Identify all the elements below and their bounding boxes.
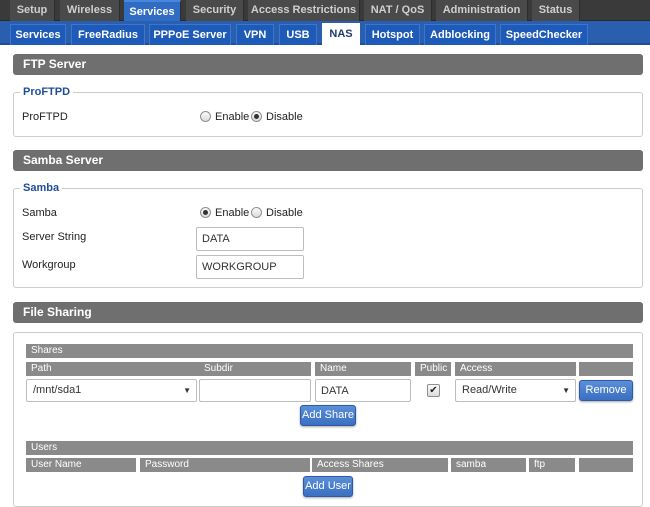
tab-wireless[interactable]: Wireless [60,0,120,21]
proftpd-enable-radio[interactable] [200,111,211,122]
access-select[interactable]: Read/Write ▼ [455,379,576,402]
server-string-input[interactable]: DATA [196,227,304,251]
sub-nav: Services FreeRadius PPPoE Server VPN USB… [0,21,650,46]
samba-server-header: Samba Server [13,150,643,171]
workgroup-label: Workgroup [22,259,76,271]
samba-disable-radio[interactable] [251,207,262,218]
public-checkbox[interactable]: ✔ [427,384,440,397]
subtab-pppoe-server[interactable]: PPPoE Server [149,24,231,45]
path-select[interactable]: /mnt/sda1 ▼ [26,379,197,402]
file-sharing-fieldset: Shares Path Subdir Name Public Access /m… [13,332,643,507]
name-input[interactable]: DATA [315,379,411,402]
proftpd-legend: ProFTPD [20,86,74,99]
chevron-down-icon: ▼ [562,386,570,395]
proftpd-label: ProFTPD [22,111,68,123]
col-actions [579,362,633,376]
col-access-shares: Access Shares [312,458,448,472]
subtab-vpn[interactable]: VPN [236,24,274,45]
col-public: Public [415,362,451,376]
samba-enable-radio[interactable] [200,207,211,218]
subtab-services[interactable]: Services [10,24,66,45]
tab-nat-qos[interactable]: NAT / QoS [364,0,432,21]
col-password: Password [140,458,310,472]
subtab-hotspot[interactable]: Hotspot [365,24,420,45]
subtab-adblocking[interactable]: Adblocking [424,24,496,45]
add-share-button[interactable]: Add Share [300,405,356,426]
subtab-freeradius[interactable]: FreeRadius [71,24,145,45]
ftp-server-header: FTP Server [13,54,643,75]
chevron-down-icon: ▼ [183,386,191,395]
proftpd-disable-radio[interactable] [251,111,262,122]
samba-disable-label: Disable [266,207,303,219]
samba-label: Samba [22,207,57,219]
top-nav: Setup Wireless Services Security Access … [0,0,650,23]
col-name: Name [315,362,411,376]
samba-enable-label: Enable [215,207,250,219]
samba-fieldset: Samba Samba Enable Disable Server String… [13,182,643,288]
tab-security[interactable]: Security [186,0,244,21]
tab-access-restrictions[interactable]: Access Restrictions [248,0,360,21]
subtab-usb[interactable]: USB [279,24,317,45]
proftpd-fieldset: ProFTPD ProFTPD Enable Disable [13,86,643,137]
col-samba: samba [451,458,526,472]
col-user-name: User Name [26,458,136,472]
tab-status[interactable]: Status [532,0,580,21]
shares-header: Shares [26,344,633,358]
proftpd-disable-label: Disable [266,111,303,123]
add-user-button[interactable]: Add User [303,476,353,497]
col-ftp: ftp [529,458,575,472]
col-user-actions [579,458,633,472]
subtab-nas[interactable]: NAS [322,23,360,46]
samba-legend: Samba [20,182,63,195]
tab-administration[interactable]: Administration [436,0,528,21]
col-access: Access [455,362,576,376]
proftpd-enable-label: Enable [215,111,250,123]
tab-setup[interactable]: Setup [10,0,55,21]
col-path: Path [26,362,208,376]
path-value: /mnt/sda1 [33,384,82,396]
remove-share-button[interactable]: Remove [579,380,633,401]
tab-services[interactable]: Services [124,0,181,23]
access-value: Read/Write [462,384,517,396]
subtab-speedchecker[interactable]: SpeedChecker [500,24,588,45]
check-icon: ✔ [429,385,438,396]
users-header: Users [26,441,633,455]
server-string-label: Server String [22,231,87,243]
col-subdir: Subdir [199,362,311,376]
subdir-input[interactable] [199,379,311,402]
workgroup-input[interactable]: WORKGROUP [196,255,304,279]
file-sharing-header: File Sharing [13,302,643,323]
